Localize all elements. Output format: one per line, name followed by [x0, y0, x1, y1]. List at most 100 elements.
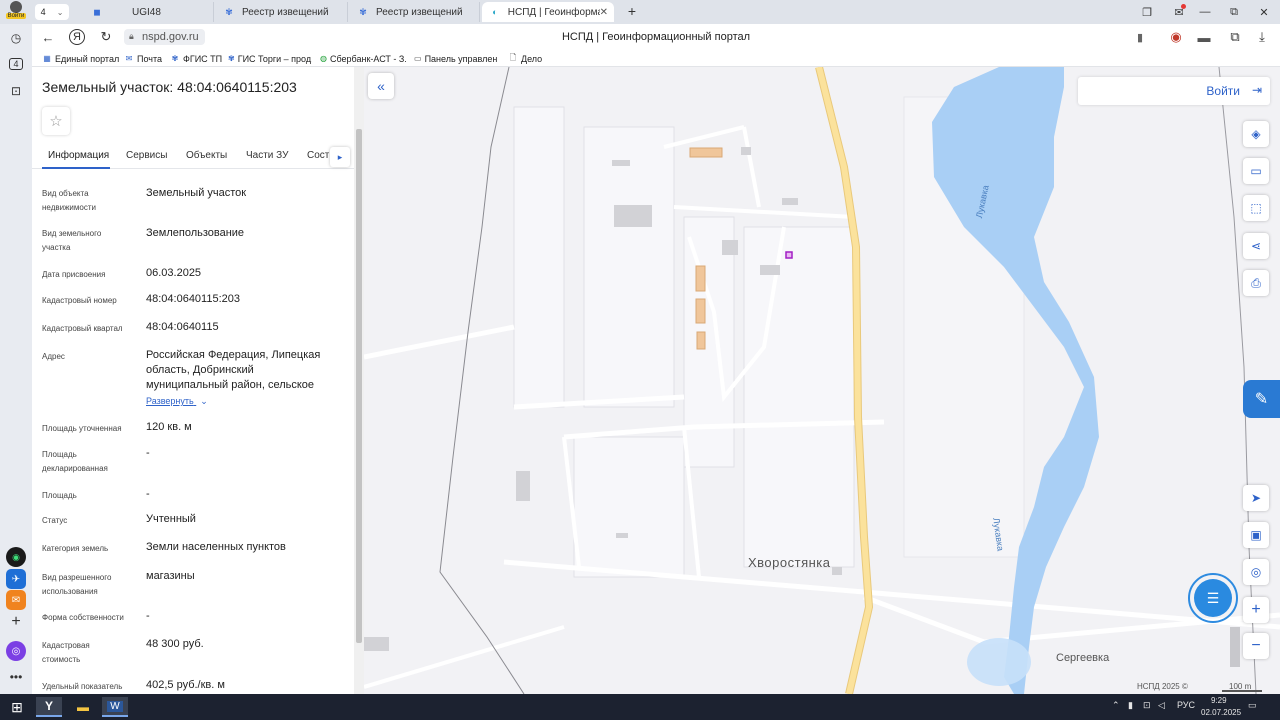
- value-land-category: Земли населенных пунктов: [146, 541, 286, 553]
- map-view[interactable]: Хворостянка Сергеевка Лукавка Лукавка: [364, 67, 1280, 694]
- layers-icon[interactable]: ◈: [1243, 121, 1269, 147]
- chevron-down-icon: ⌄: [200, 396, 208, 406]
- extension-icon[interactable]: ◉: [1168, 29, 1184, 45]
- tab-parts[interactable]: Части ЗУ: [246, 150, 288, 161]
- expand-label: Развернуть: [146, 396, 194, 406]
- favorite-star-icon[interactable]: ☆: [42, 107, 70, 135]
- download-icon[interactable]: ⤓: [1254, 29, 1270, 45]
- building: [695, 298, 706, 324]
- bookmark-panel[interactable]: ▭ Панель управлен...: [414, 52, 498, 65]
- share-icon[interactable]: ⋖: [1243, 233, 1269, 259]
- parcel: [583, 126, 675, 408]
- profile-button[interactable]: Войти: [4, 1, 28, 23]
- tab-ugi48[interactable]: ◼ UGI48: [84, 2, 214, 22]
- map-label-village-2: Сергеевка: [1056, 652, 1110, 664]
- bookmark-torgi[interactable]: ✾ ГИС Торги – прод...: [228, 52, 312, 65]
- locate-icon[interactable]: ◎: [1243, 559, 1269, 585]
- grid-icon: ▦: [43, 54, 51, 63]
- zoom-in-icon[interactable]: +: [1243, 597, 1269, 623]
- building: [516, 471, 530, 501]
- bookmark-sberbank[interactable]: ◍ Сбербанк-АСТ - З...: [320, 52, 406, 65]
- tab-nspd[interactable]: ◐ НСПД | Геоинформационный портал ✕: [482, 2, 614, 22]
- screenshot-icon[interactable]: ⊡: [6, 81, 26, 101]
- tab-objects[interactable]: Объекты: [186, 150, 227, 161]
- tab-registry-1[interactable]: ✾ Реестр извещений: [216, 2, 348, 22]
- label-status: Статус: [42, 516, 68, 525]
- login-button[interactable]: Войти ⇥: [1078, 77, 1270, 105]
- browser-tab-bar: Войти 4 ⌄ ◼ UGI48 ✾ Реестр извещений ✾ Р…: [0, 0, 1280, 24]
- restore-icon[interactable]: ⧉: [1226, 4, 1242, 20]
- tray-overflow-icon[interactable]: ⌃: [1112, 700, 1120, 711]
- alice-chat-icon[interactable]: ◉: [6, 547, 26, 567]
- value-status: Учтенный: [146, 513, 196, 525]
- start-windows-icon[interactable]: ⊞: [4, 697, 30, 717]
- value-cadastral-number: 48:04:0640115:203: [146, 293, 240, 305]
- collections-icon[interactable]: ⧉: [1227, 29, 1243, 45]
- messenger-icon[interactable]: ✈: [6, 569, 26, 589]
- sber-logo-icon: ◍: [320, 54, 327, 63]
- clock-date[interactable]: 02.07.2025: [1201, 708, 1241, 717]
- active-tab-indicator: [42, 167, 110, 169]
- ruler-icon[interactable]: ▭: [1243, 158, 1269, 184]
- tabs-counter-icon[interactable]: 4: [6, 54, 26, 74]
- bookmark-portal[interactable]: ▦ Единый портал: [42, 52, 119, 65]
- taskbar-yandex-browser[interactable]: Y: [36, 697, 62, 717]
- volume-icon[interactable]: ◁: [1158, 700, 1165, 711]
- clock-time[interactable]: 9:29: [1211, 696, 1227, 705]
- bookmark-label: Единый портал: [55, 53, 120, 64]
- tab-registry-2[interactable]: ✾ Реестр извещений: [350, 2, 480, 22]
- panel-scrollbar-thumb[interactable]: [356, 129, 362, 643]
- tab-collections-icon[interactable]: ❐: [1139, 4, 1155, 20]
- bookmark-mail[interactable]: ✉ Почта: [124, 52, 162, 65]
- chevron-right-icon[interactable]: ▸: [330, 147, 350, 167]
- value-area: -: [146, 488, 150, 500]
- bookmark-flag-icon[interactable]: ▮: [1132, 29, 1148, 45]
- minimap-icon[interactable]: ▣: [1243, 522, 1269, 548]
- bookmark-delo[interactable]: 🗋︎ Дело: [508, 52, 542, 65]
- close-tab-icon[interactable]: ✕: [600, 7, 608, 18]
- extension-2-icon[interactable]: ▬: [1196, 29, 1212, 45]
- value-land-type: Землепользование: [146, 227, 245, 239]
- notifications-icon[interactable]: ✉: [1171, 4, 1187, 20]
- navigate-icon[interactable]: ➤: [1243, 485, 1269, 511]
- login-label: Войти: [1206, 84, 1240, 98]
- feedback-widget-icon[interactable]: ✎: [1243, 380, 1280, 418]
- tab-counter-button[interactable]: 4 ⌄: [35, 4, 69, 20]
- mail-app-icon[interactable]: ✉: [6, 590, 26, 610]
- chat-button[interactable]: ☰: [1188, 573, 1238, 623]
- building: [782, 198, 798, 205]
- building: [695, 265, 706, 292]
- zoom-out-icon[interactable]: −: [1243, 633, 1269, 659]
- print-icon[interactable]: ⎙: [1243, 270, 1269, 296]
- tab-services[interactable]: Сервисы: [126, 150, 167, 161]
- bookmark-label: ФГИС ТП: [183, 53, 223, 64]
- alice-assistant-icon[interactable]: ◎: [6, 641, 26, 661]
- bookmark-fgis[interactable]: ✾ ФГИС ТП: [170, 52, 223, 65]
- bookmarks-bar: ▦ Единый портал ✉ Почта ✾ ФГИС ТП ✾ ГИС Торг…: [32, 50, 1280, 67]
- label-cadastral-number: Кадастровый номер: [42, 296, 117, 305]
- collapse-panel-icon[interactable]: «: [368, 73, 394, 99]
- word-icon: W: [107, 700, 123, 712]
- value-assign-date: 06.03.2025: [146, 267, 202, 279]
- notifications-center-icon[interactable]: ▭: [1248, 700, 1257, 711]
- address-bar: ← Я ↻ 🔒︎ nspd.gov.ru НСПД | Геоинформаци…: [32, 24, 1280, 50]
- label-land-type: Вид земельного участка: [42, 229, 102, 252]
- parcel: [573, 436, 685, 578]
- microphone-icon[interactable]: ▮: [1128, 700, 1133, 711]
- new-tab-button[interactable]: +: [624, 3, 640, 19]
- history-clock-icon[interactable]: ◷: [6, 28, 26, 48]
- minimize-icon[interactable]: —: [1197, 4, 1213, 20]
- building: [616, 533, 628, 538]
- more-dots-icon[interactable]: •••: [6, 667, 26, 687]
- add-panel-icon[interactable]: +: [6, 612, 26, 632]
- keyboard-layout[interactable]: РУС: [1177, 700, 1195, 710]
- area-select-icon[interactable]: ⬚: [1243, 195, 1269, 221]
- tab-composition[interactable]: Состав: [307, 150, 329, 161]
- taskbar-explorer[interactable]: ▬: [70, 697, 96, 717]
- taskbar-word[interactable]: W: [102, 697, 128, 717]
- building: [364, 637, 389, 651]
- close-window-icon[interactable]: ✕: [1256, 4, 1272, 20]
- expand-address-link[interactable]: Развернуть ⌄: [146, 396, 208, 407]
- network-icon[interactable]: ⊡: [1143, 700, 1151, 711]
- tab-information[interactable]: Информация: [48, 150, 109, 161]
